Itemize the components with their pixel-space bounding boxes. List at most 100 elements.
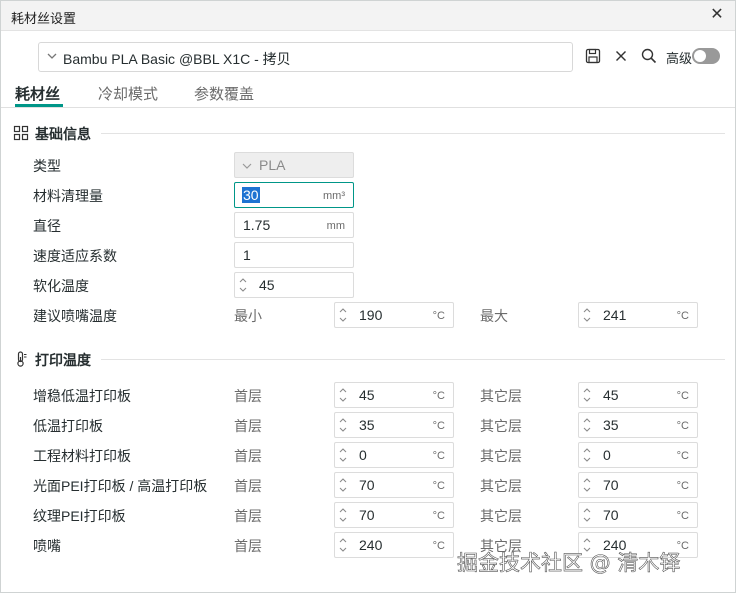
first-layer-temp-spinner[interactable]: 35 °C <box>334 412 454 438</box>
advanced-toggle[interactable] <box>692 48 720 64</box>
diameter-input[interactable]: 1.75 mm <box>234 212 354 238</box>
other-layers-label: 其它层 <box>480 418 522 434</box>
delete-icon[interactable] <box>612 47 630 65</box>
advanced-label: 高级 <box>666 51 693 66</box>
temp-unit: °C <box>432 420 445 432</box>
temp-unit: °C <box>676 310 689 322</box>
thermometer-icon <box>17 351 27 367</box>
spinner-arrows-icon[interactable] <box>582 505 592 525</box>
temp-unit: °C <box>432 310 445 322</box>
title-bar: 耗材丝设置 ✕ <box>1 1 735 31</box>
tabs-divider <box>1 107 735 108</box>
first-layer-temp-value: 0 <box>359 447 367 463</box>
spinner-arrows-icon[interactable] <box>338 415 348 435</box>
temp-unit: °C <box>432 510 445 522</box>
chevron-down-icon <box>47 53 57 59</box>
section-title-basic: 基础信息 <box>35 126 91 142</box>
softening-temp-spinner[interactable]: 45 <box>234 272 354 298</box>
first-layer-temp-spinner[interactable]: 70 °C <box>334 502 454 528</box>
spinner-arrows-icon[interactable] <box>338 505 348 525</box>
flush-volume-value: 30 <box>242 187 260 203</box>
other-layers-label: 其它层 <box>480 448 522 464</box>
plate-label: 低温打印板 <box>33 418 103 434</box>
temp-unit: °C <box>676 390 689 402</box>
spinner-arrows-icon[interactable] <box>582 445 592 465</box>
softening-temp-label: 软化温度 <box>33 278 89 294</box>
first-layer-temp-value: 240 <box>359 537 383 553</box>
tab-filament[interactable]: 耗材丝 <box>15 83 60 104</box>
first-layer-temp-spinner[interactable]: 0 °C <box>334 442 454 468</box>
temp-unit: °C <box>432 480 445 492</box>
window-title: 耗材丝设置 <box>11 11 77 26</box>
spinner-arrows-icon[interactable] <box>338 475 348 495</box>
diameter-value: 1.75 <box>243 217 271 233</box>
first-layer-label: 首层 <box>234 478 262 494</box>
nozzle-temp-min-value: 190 <box>359 307 383 323</box>
flow-ratio-label: 速度适应系数 <box>33 248 117 264</box>
nozzle-temp-min-label: 最小 <box>234 308 262 324</box>
other-layers-temp-spinner[interactable]: 45 °C <box>578 382 698 408</box>
other-layers-label: 其它层 <box>480 478 522 494</box>
temp-unit: °C <box>432 390 445 402</box>
first-layer-temp-value: 45 <box>359 387 375 403</box>
first-layer-temp-value: 70 <box>359 477 375 493</box>
temp-unit: °C <box>676 480 689 492</box>
nozzle-temp-min-spinner[interactable]: 190 °C <box>334 302 454 328</box>
flow-ratio-value: 1 <box>243 247 251 263</box>
svg-text:掘金技术社区 @ 清木铎: 掘金技术社区 @ 清木铎 <box>457 551 680 575</box>
tab-cooling[interactable]: 冷却模式 <box>98 83 158 104</box>
plate-label: 喷嘴 <box>33 538 61 554</box>
plate-label: 工程材料打印板 <box>33 448 131 464</box>
diameter-label: 直径 <box>33 218 61 234</box>
section-divider <box>101 359 725 360</box>
other-layers-temp-value: 45 <box>603 387 619 403</box>
other-layers-temp-value: 70 <box>603 477 619 493</box>
first-layer-temp-spinner[interactable]: 70 °C <box>334 472 454 498</box>
other-layers-temp-value: 70 <box>603 507 619 523</box>
spinner-arrows-icon[interactable] <box>338 535 348 555</box>
flush-volume-unit: mm³ <box>323 190 345 202</box>
spinner-arrows-icon[interactable] <box>582 415 592 435</box>
spinner-arrows-icon[interactable] <box>338 385 348 405</box>
first-layer-label: 首层 <box>234 388 262 404</box>
other-layers-temp-value: 0 <box>603 447 611 463</box>
save-icon[interactable] <box>584 47 602 65</box>
flow-ratio-input[interactable]: 1 <box>234 242 354 268</box>
section-divider <box>101 133 725 134</box>
other-layers-temp-spinner[interactable]: 35 °C <box>578 412 698 438</box>
preset-dropdown[interactable]: Bambu PLA Basic @BBL X1C - 拷贝 <box>38 42 573 72</box>
flush-volume-label: 材料清理量 <box>33 188 103 204</box>
spinner-arrows-icon[interactable] <box>338 305 348 325</box>
temp-unit: °C <box>676 420 689 432</box>
close-icon[interactable]: ✕ <box>707 5 727 25</box>
other-layers-temp-spinner[interactable]: 0 °C <box>578 442 698 468</box>
search-icon[interactable] <box>640 47 658 65</box>
first-layer-temp-spinner[interactable]: 45 °C <box>334 382 454 408</box>
spinner-arrows-icon[interactable] <box>582 475 592 495</box>
first-layer-label: 首层 <box>234 448 262 464</box>
type-select[interactable]: PLA <box>234 152 354 178</box>
first-layer-temp-spinner[interactable]: 240 °C <box>334 532 454 558</box>
spinner-arrows-icon[interactable] <box>582 305 592 325</box>
plate-label: 增稳低温打印板 <box>33 388 131 404</box>
flush-volume-input[interactable]: 30 mm³ <box>234 182 354 208</box>
preset-value: Bambu PLA Basic @BBL X1C - 拷贝 <box>63 51 291 67</box>
watermark: 掘金技术社区 @ 清木铎 <box>457 551 681 576</box>
other-layers-temp-spinner[interactable]: 70 °C <box>578 472 698 498</box>
plate-label: 光面PEI打印板 / 高温打印板 <box>33 478 208 494</box>
first-layer-temp-value: 70 <box>359 507 375 523</box>
tab-overrides[interactable]: 参数覆盖 <box>194 83 254 104</box>
type-value: PLA <box>259 157 286 173</box>
other-layers-label: 其它层 <box>480 508 522 524</box>
toggle-knob <box>694 50 706 62</box>
spinner-arrows-icon[interactable] <box>582 385 592 405</box>
nozzle-temp-range-label: 建议喷嘴温度 <box>33 308 117 324</box>
spinner-arrows-icon[interactable] <box>238 275 248 295</box>
other-layers-temp-spinner[interactable]: 70 °C <box>578 502 698 528</box>
section-title-print-temp: 打印温度 <box>35 352 91 368</box>
plate-label: 纹理PEI打印板 <box>33 508 126 524</box>
nozzle-temp-max-spinner[interactable]: 241 °C <box>578 302 698 328</box>
temp-unit: °C <box>432 450 445 462</box>
type-label: 类型 <box>33 158 61 174</box>
spinner-arrows-icon[interactable] <box>338 445 348 465</box>
